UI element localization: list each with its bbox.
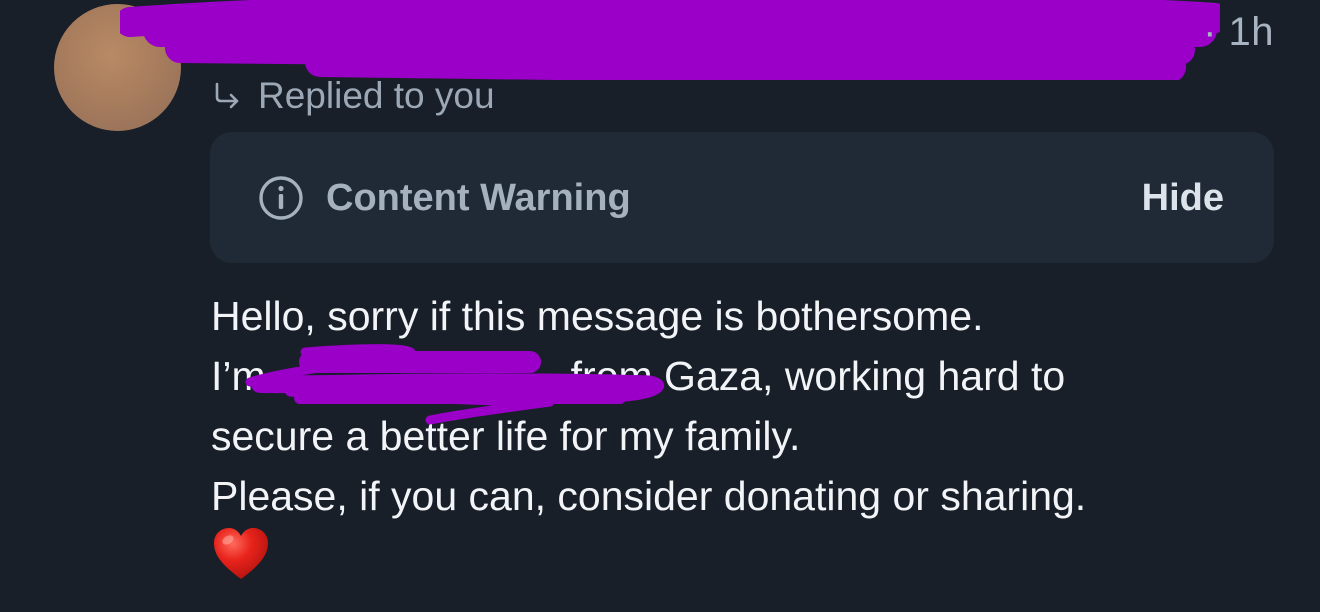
text-redaction-scribble	[245, 344, 665, 425]
reply-post: · 1h Replied to you Content Warning Hide…	[0, 0, 1320, 612]
name-redaction-scribble	[120, 0, 1220, 80]
body-line: Please, if you can, consider donating or…	[211, 473, 1087, 519]
hide-button[interactable]: Hide	[1142, 174, 1224, 222]
reply-context[interactable]: Replied to you	[212, 74, 495, 118]
body-line: Hello, sorry if this message is botherso…	[211, 293, 984, 339]
info-icon	[259, 176, 303, 220]
content-warning-banner: Content Warning Hide	[210, 132, 1274, 263]
heart-emoji-icon	[214, 528, 268, 579]
timestamp: · 1h	[1203, 10, 1274, 54]
reply-context-label: Replied to you	[258, 75, 495, 116]
content-warning-label: Content Warning	[326, 177, 631, 219]
reply-arrow-icon	[215, 82, 239, 109]
